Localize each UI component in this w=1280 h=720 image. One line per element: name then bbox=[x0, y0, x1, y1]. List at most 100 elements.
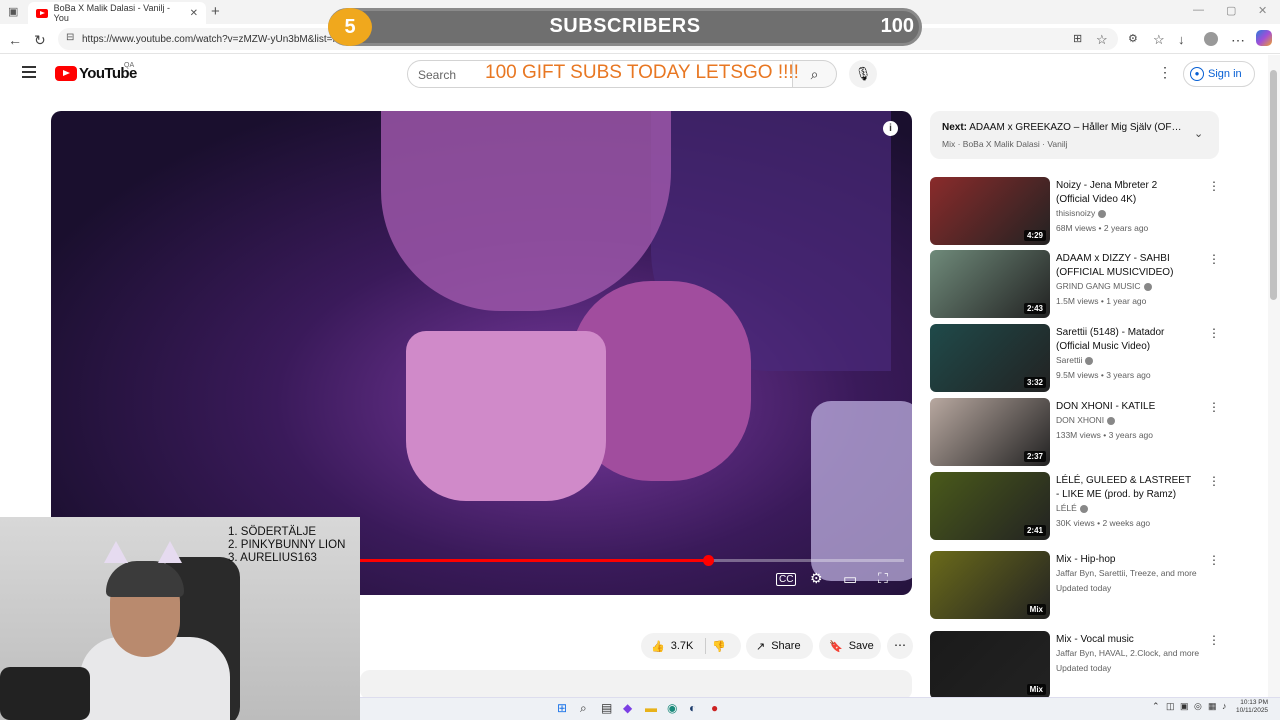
video-thumbnail[interactable]: 3:32 bbox=[930, 324, 1050, 392]
recommendation-title[interactable]: LÉLÉ, GULEED & LASTREET - LIKE ME (prod.… bbox=[1056, 474, 1192, 502]
channel-name-row[interactable]: Jaffar Byn, Sarettii, Treeze, and more bbox=[1056, 568, 1197, 578]
tray-app-icon[interactable]: ▣ bbox=[1180, 701, 1189, 712]
recommendation-menu-icon[interactable]: ⋮ bbox=[1208, 179, 1220, 193]
video-duration: 4:29 bbox=[1023, 230, 1046, 241]
minimize-icon[interactable]: — bbox=[1193, 4, 1204, 16]
recommendation-menu-icon[interactable]: ⋮ bbox=[1208, 553, 1220, 567]
fullscreen-icon[interactable]: ⛶ bbox=[878, 570, 888, 587]
recommendation-item[interactable]: Mix Mix - Vocal music Jaffar Byn, HAVAL, 2… bbox=[930, 631, 1220, 699]
reload-icon[interactable]: ↻ bbox=[34, 32, 46, 49]
taskbar-clock[interactable]: 10:13 PM 10/11/2025 bbox=[1236, 699, 1268, 715]
save-button[interactable]: 🔖 Save bbox=[819, 633, 881, 659]
steam-icon[interactable]: ◐ bbox=[689, 701, 696, 715]
browser-tab[interactable]: BoBa X Malik Dalasi - Vanilj - You ✕ bbox=[28, 2, 206, 24]
channel-name[interactable]: thisisnoizy bbox=[1056, 208, 1095, 218]
recommendation-title[interactable]: ADAAM x DIZZY - SAHBI (OFFICIAL MUSICVID… bbox=[1056, 252, 1192, 280]
video-thumbnail[interactable]: Mix bbox=[930, 631, 1050, 699]
channel-name-row[interactable]: GRIND GANG MUSIC bbox=[1056, 281, 1152, 291]
video-thumbnail[interactable]: 2:41 bbox=[930, 472, 1050, 540]
tray-app-icon[interactable]: ◫ bbox=[1166, 701, 1175, 712]
recommendation-title[interactable]: Noizy - Jena Mbreter 2 (Official Video 4… bbox=[1056, 179, 1192, 207]
channel-name-row[interactable]: thisisnoizy bbox=[1056, 208, 1107, 218]
video-thumbnail[interactable]: 2:43 bbox=[930, 250, 1050, 318]
extensions-icon[interactable]: ⚙ bbox=[1128, 32, 1138, 45]
youtube-logo-icon[interactable] bbox=[55, 66, 77, 81]
recommendation-title[interactable]: Mix - Vocal music bbox=[1056, 633, 1192, 647]
captions-icon[interactable]: CC bbox=[776, 573, 797, 586]
video-thumbnail[interactable]: 2:37 bbox=[930, 398, 1050, 466]
recommendation-title[interactable]: DON XHONI - KATILE bbox=[1056, 400, 1192, 414]
up-next-title[interactable]: Next: ADAAM x GREEKAZO – Håller Mig Själ… bbox=[942, 122, 1182, 133]
back-icon[interactable]: ← bbox=[8, 32, 22, 48]
recommendation-menu-icon[interactable]: ⋮ bbox=[1208, 252, 1220, 266]
channel-name[interactable]: Jaffar Byn, Sarettii, Treeze, and more bbox=[1056, 568, 1197, 578]
channel-name-row[interactable]: Jaffar Byn, HAVAL, 2.Clock, and more bbox=[1056, 648, 1199, 658]
downloads-icon[interactable]: ↓ bbox=[1178, 32, 1185, 47]
close-tab-icon[interactable]: ✕ bbox=[190, 8, 198, 19]
theater-mode-icon[interactable]: ▭ bbox=[843, 570, 857, 588]
channel-name[interactable]: LÉLÉ bbox=[1056, 503, 1077, 513]
browser-menu-icon[interactable]: ⋯ bbox=[1231, 32, 1245, 49]
task-view-icon[interactable]: ▤ bbox=[601, 701, 612, 715]
new-tab-icon[interactable]: + bbox=[211, 3, 220, 20]
more-actions-icon[interactable]: ⋯ bbox=[887, 633, 913, 659]
settings-kebab-icon[interactable]: ⋮ bbox=[1158, 64, 1172, 81]
recommendation-item[interactable]: 2:37 DON XHONI - KATILE DON XHONI 133M view… bbox=[930, 398, 1220, 466]
close-window-icon[interactable]: ✕ bbox=[1258, 4, 1267, 17]
menu-hamburger-icon[interactable] bbox=[22, 66, 36, 78]
start-menu-icon[interactable]: ⊞ bbox=[557, 701, 567, 715]
channel-name[interactable]: Jaffar Byn, HAVAL, 2.Clock, and more bbox=[1056, 648, 1199, 658]
file-explorer-icon[interactable]: ▬ bbox=[645, 701, 657, 715]
thumbs-down-icon[interactable]: 👎 bbox=[712, 640, 726, 653]
video-progress-bar[interactable] bbox=[360, 555, 904, 566]
video-info-icon[interactable]: i bbox=[883, 121, 898, 136]
video-thumbnail[interactable]: 4:29 bbox=[930, 177, 1050, 245]
copilot-icon[interactable] bbox=[1256, 30, 1272, 46]
copilot-taskbar-icon[interactable]: ◆ bbox=[623, 701, 632, 715]
recommendation-menu-icon[interactable]: ⋮ bbox=[1208, 474, 1220, 488]
recommendation-title[interactable]: Mix - Hip-hop bbox=[1056, 553, 1192, 567]
site-info-icon[interactable]: ⊟ bbox=[66, 32, 74, 43]
video-duration: Mix bbox=[1026, 684, 1046, 695]
recommendation-item[interactable]: 2:43 ADAAM x DIZZY - SAHBI (OFFICIAL MUSI… bbox=[930, 250, 1220, 318]
channel-name[interactable]: Sarettii bbox=[1056, 355, 1082, 365]
volume-icon[interactable]: ♪ bbox=[1222, 701, 1227, 711]
description-box[interactable] bbox=[360, 670, 912, 700]
favorite-star-icon[interactable]: ☆ bbox=[1096, 32, 1108, 48]
maximize-icon[interactable]: ▢ bbox=[1226, 4, 1236, 17]
tab-actions-icon[interactable]: ▣ bbox=[8, 5, 18, 18]
scrollbar-thumb[interactable] bbox=[1270, 70, 1277, 300]
profile-avatar[interactable] bbox=[1204, 32, 1218, 46]
collections-icon[interactable]: ☆ bbox=[1153, 32, 1165, 48]
app-icon[interactable]: ⊞ bbox=[1073, 32, 1082, 45]
recommendation-menu-icon[interactable]: ⋮ bbox=[1208, 326, 1220, 340]
share-button[interactable]: ↗ Share bbox=[746, 633, 813, 659]
recommendation-item[interactable]: Mix Mix - Hip-hop Jaffar Byn, Sarettii, Tr… bbox=[930, 551, 1220, 619]
voice-search-button[interactable]: 🎙 bbox=[849, 60, 877, 88]
recommendation-item[interactable]: 4:29 Noizy - Jena Mbreter 2 (Official Vid… bbox=[930, 177, 1220, 245]
obs-icon[interactable]: ● bbox=[711, 701, 718, 715]
channel-name-row[interactable]: DON XHONI bbox=[1056, 415, 1116, 425]
taskbar-search-icon[interactable]: ⌕ bbox=[580, 701, 587, 716]
recommendation-title[interactable]: Sarettii (5148) - Matador (Official Musi… bbox=[1056, 326, 1192, 354]
network-icon[interactable]: ▦ bbox=[1208, 701, 1217, 712]
video-meta: 9.5M views • 3 years ago bbox=[1056, 370, 1151, 380]
recommendation-menu-icon[interactable]: ⋮ bbox=[1208, 633, 1220, 647]
sign-in-button[interactable]: ● Sign in bbox=[1183, 61, 1255, 87]
up-next-panel[interactable] bbox=[930, 111, 1219, 159]
recommendation-menu-icon[interactable]: ⋮ bbox=[1208, 400, 1220, 414]
tray-app-icon[interactable]: ◎ bbox=[1194, 701, 1202, 712]
tray-chevron-icon[interactable]: ⌃ bbox=[1152, 701, 1160, 712]
recommendation-item[interactable]: 3:32 Sarettii (5148) - Matador (Official … bbox=[930, 324, 1220, 392]
recommendation-item[interactable]: 2:41 LÉLÉ, GULEED & LASTREET - LIKE ME (p… bbox=[930, 472, 1220, 540]
like-button[interactable]: 👍 3.7K 👎 bbox=[641, 633, 741, 659]
chevron-down-icon[interactable]: ⌄ bbox=[1194, 127, 1203, 140]
video-thumbnail[interactable]: Mix bbox=[930, 551, 1050, 619]
channel-name[interactable]: GRIND GANG MUSIC bbox=[1056, 281, 1141, 291]
edge-browser-icon[interactable]: ◉ bbox=[667, 701, 677, 715]
channel-name[interactable]: DON XHONI bbox=[1056, 415, 1104, 425]
search-button[interactable]: ⌕ bbox=[793, 60, 837, 88]
settings-gear-icon[interactable]: ⚙ bbox=[810, 570, 823, 587]
channel-name-row[interactable]: Sarettii bbox=[1056, 355, 1094, 365]
channel-name-row[interactable]: LÉLÉ bbox=[1056, 503, 1088, 513]
